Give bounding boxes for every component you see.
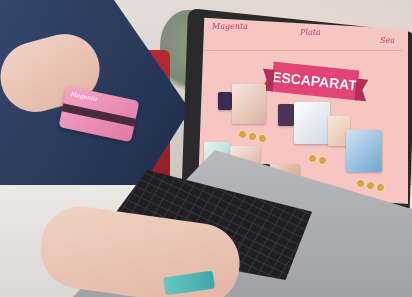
product-tile-dark[interactable] xyxy=(218,92,232,110)
escaparate-banner: ESCAPARATE xyxy=(270,61,367,101)
pearl-dot-icon xyxy=(238,130,247,139)
pearl-dot-icon xyxy=(308,154,317,163)
pearl-dot-icon xyxy=(376,183,385,192)
product-tile-model[interactable] xyxy=(232,84,266,124)
pearl-dot-icon xyxy=(258,134,267,143)
credit-card-brand: Magenta xyxy=(69,90,98,104)
nav-item-magenta[interactable]: Magenta xyxy=(212,22,248,31)
nav-item-plata[interactable]: Plata xyxy=(300,28,321,37)
nav-item-sea[interactable]: Sea xyxy=(380,36,395,45)
nav-divider xyxy=(204,50,402,51)
product-tile-bottles[interactable] xyxy=(346,130,382,172)
pearl-dot-icon xyxy=(318,156,327,165)
pearl-dot-icon xyxy=(356,179,365,188)
product-tile-cosmetics[interactable] xyxy=(294,102,330,144)
photo-scene: Magenta Plata Sea ESCAPARATE Magenta xyxy=(0,0,412,297)
pearl-dot-icon xyxy=(248,132,257,141)
pearl-dot-icon xyxy=(366,181,375,190)
product-tile-dark-2[interactable] xyxy=(278,104,294,126)
credit-card-stripe xyxy=(61,103,136,127)
